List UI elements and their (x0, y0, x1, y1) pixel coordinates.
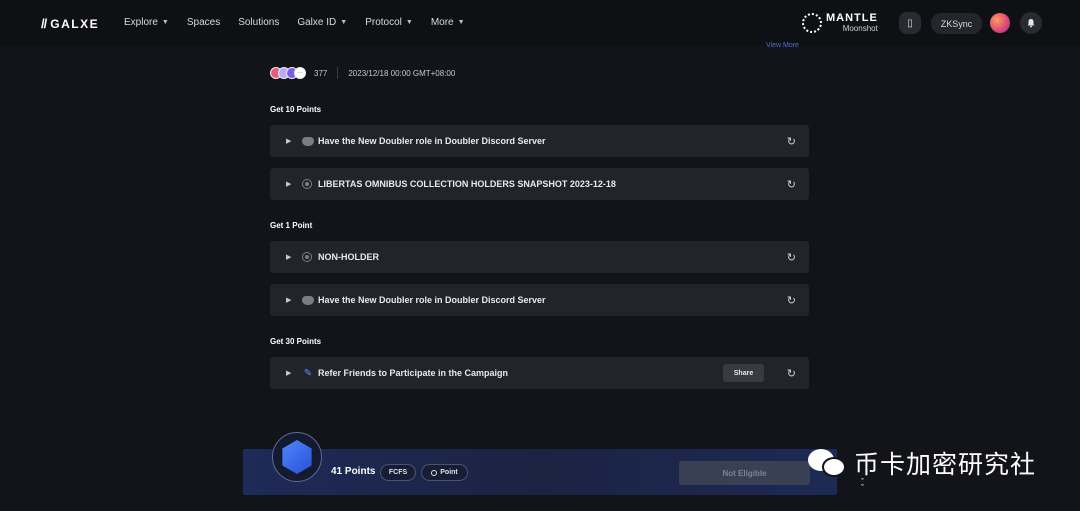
chevron-down-icon: ▼ (457, 19, 465, 26)
refresh-icon[interactable]: ↻ (787, 178, 796, 191)
galxe-logo-text: GALXE (50, 16, 100, 31)
nav-more-label: More (430, 17, 454, 28)
more-participants-icon[interactable]: ··· (294, 67, 306, 79)
section-heading: Get 1 Point (270, 221, 313, 230)
notifications-button[interactable] (1020, 12, 1042, 34)
task-label: Have the New Doubler role in Doubler Dis… (318, 295, 546, 305)
wechat-icon (808, 447, 848, 479)
promo-title: MANTLE (826, 12, 878, 24)
task-label: LIBERTAS OMNIBUS COLLECTION HOLDERS SNAP… (318, 179, 616, 189)
refresh-icon[interactable]: ↻ (787, 251, 796, 264)
wechat-watermark: 币卡加密研究社 (808, 445, 1036, 481)
nav-protocol[interactable]: Protocol ▼ (365, 17, 413, 28)
fcfs-chip: FCFS (380, 464, 416, 481)
task-row[interactable]: ▶ Have the New Doubler role in Doubler D… (270, 125, 809, 157)
nav-more[interactable]: More ▼ (431, 17, 465, 28)
task-row[interactable]: ▶ Have the New Doubler role in Doubler D… (270, 284, 809, 316)
snapshot-icon (302, 252, 312, 262)
nav-spaces-label: Spaces (186, 17, 221, 28)
watermark-text: 币卡加密研究社 (854, 450, 1037, 479)
nav-links: Explore ▼ Spaces Solutions Galxe ID ▼ Prot… (124, 17, 483, 28)
network-selector[interactable]: ZKSync (931, 13, 982, 34)
discord-icon (302, 136, 314, 146)
avatar[interactable] (990, 13, 1010, 33)
discord-icon (302, 295, 314, 305)
expand-arrow-icon[interactable]: ▶ (286, 369, 291, 377)
mantle-moonshot-promo[interactable]: MANTLE Moonshot (802, 11, 884, 35)
refresh-icon[interactable]: ↻ (787, 135, 796, 148)
nav-explore-label: Explore (124, 17, 158, 28)
nav-explore[interactable]: Explore ▼ (124, 17, 169, 28)
mobile-app-button[interactable]: ▯ (899, 12, 921, 34)
hexagon-badge-icon (282, 440, 312, 474)
mantle-sun-icon (802, 13, 822, 33)
bell-icon (1027, 19, 1035, 28)
refresh-icon[interactable]: ↻ (787, 294, 796, 307)
nav-solutions[interactable]: Solutions (238, 17, 279, 28)
nav-spaces[interactable]: Spaces (187, 17, 220, 28)
phone-icon: ▯ (907, 17, 913, 29)
chevron-down-icon: ▼ (405, 19, 413, 26)
section-heading: Get 30 Points (270, 337, 322, 346)
top-navbar: // GALXE Explore ▼ Spaces Solutions Galxe… (0, 0, 1080, 46)
expand-arrow-icon[interactable]: ▶ (286, 253, 291, 261)
snapshot-icon (302, 179, 312, 189)
not-eligible-button[interactable]: Not Eligible (679, 461, 810, 485)
refresh-icon[interactable]: ↻ (787, 367, 796, 380)
expand-arrow-icon[interactable]: ▶ (286, 137, 291, 145)
task-row[interactable]: ▶ NON-HOLDER ↻ (270, 241, 809, 273)
expand-arrow-icon[interactable]: ▶ (286, 296, 291, 304)
refer-icon: ✎ (303, 367, 313, 379)
points-total: 41 Points (331, 466, 376, 477)
task-label: Have the New Doubler role in Doubler Dis… (318, 136, 546, 146)
nav-galxe-id-label: Galxe ID (297, 17, 337, 28)
chevron-down-icon: ▼ (161, 19, 169, 26)
participants-row: ··· 377 2023/12/18 00:00 GMT+08:00 (270, 67, 455, 79)
point-label: Point (440, 469, 458, 476)
campaign-date: 2023/12/18 00:00 GMT+08:00 (348, 68, 456, 78)
point-chip: Point (421, 464, 468, 481)
task-label: Refer Friends to Participate in the Camp… (318, 368, 509, 378)
view-more-link[interactable]: View More (766, 42, 799, 49)
nav-galxe-id[interactable]: Galxe ID ▼ (297, 17, 347, 28)
expand-arrow-icon[interactable]: ▶ (286, 180, 291, 188)
galxe-logo[interactable]: // GALXE (41, 16, 99, 31)
task-row[interactable]: ▶ LIBERTAS OMNIBUS COLLECTION HOLDERS SN… (270, 168, 809, 200)
galxe-logo-mark: // (41, 16, 47, 31)
nav-solutions-label: Solutions (238, 17, 280, 28)
reward-badge (272, 432, 322, 482)
divider (337, 67, 339, 79)
fcfs-label: FCFS (388, 469, 408, 476)
double-chevron-down-icon: ˇˇ (861, 477, 864, 494)
task-row[interactable]: ▶ ✎ Refer Friends to Participate in the … (270, 357, 809, 389)
chevron-down-icon: ▼ (340, 19, 348, 26)
section-heading: Get 10 Points (270, 105, 322, 114)
task-label: NON-HOLDER (318, 252, 379, 262)
participant-count: 377 (314, 68, 328, 78)
nav-protocol-label: Protocol (365, 17, 402, 28)
share-button[interactable]: Share (723, 364, 764, 382)
promo-subtitle: Moonshot (842, 24, 878, 33)
point-icon (431, 469, 438, 476)
